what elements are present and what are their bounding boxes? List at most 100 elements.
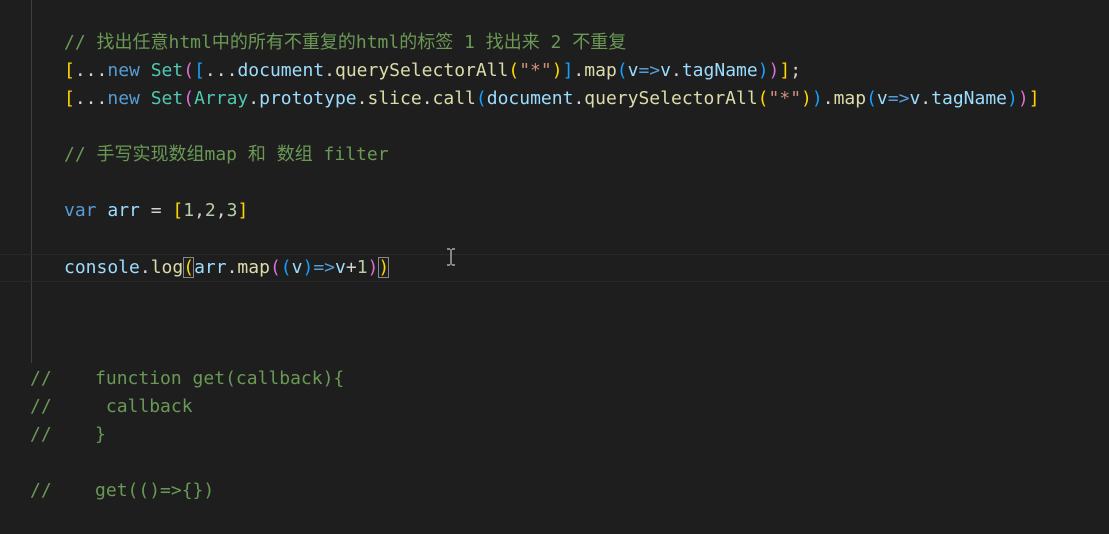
function-token: map	[833, 88, 867, 109]
code-editor[interactable]: // 找出任意html中的所有不重复的html的标签 1 找出来 2 不重复 […	[0, 0, 1109, 534]
dot-token: .	[139, 257, 151, 278]
function-token: map	[237, 257, 270, 278]
property-token: tagName	[931, 88, 1007, 109]
dot-token: .	[920, 88, 932, 109]
i-beam-cursor-icon	[447, 248, 455, 266]
string-token: "*"	[768, 88, 802, 109]
bracket-token: )	[1017, 88, 1029, 109]
arrow-token: =>	[887, 88, 910, 109]
spread-token: ...	[74, 60, 108, 81]
bracket-token: )	[801, 88, 812, 109]
variable-token: arr	[107, 200, 140, 221]
bracket-token: [	[64, 88, 75, 109]
class-token: Set	[150, 88, 184, 109]
bracket-token: (	[269, 257, 281, 278]
bracket-token: (	[757, 88, 769, 109]
dot-token: .	[356, 88, 368, 109]
keyword-token: new	[107, 88, 140, 109]
number-token: 3	[226, 200, 238, 221]
dot-token: .	[324, 60, 335, 81]
bracket-token: )	[811, 88, 823, 109]
dot-token: .	[248, 88, 260, 109]
number-token: 1	[183, 200, 195, 221]
code-line-comment-close[interactable]: // }	[30, 421, 106, 449]
function-token: log	[150, 257, 184, 278]
indent-guide	[31, 0, 32, 363]
property-token: prototype	[259, 88, 357, 109]
arrow-token: =>	[313, 257, 335, 278]
function-token: call	[432, 88, 476, 109]
spread-token: ...	[204, 60, 238, 81]
variable-token: v	[627, 60, 639, 81]
bracket-token: (	[616, 60, 628, 81]
dot-token: .	[573, 60, 585, 81]
function-token: querySelectorAll	[334, 60, 509, 81]
dot-token: .	[226, 257, 238, 278]
bracket-token: )	[302, 257, 314, 278]
bracket-token: (	[280, 257, 292, 278]
bracket-token: )	[1007, 88, 1018, 109]
dot-token: .	[671, 60, 682, 81]
variable-token: document	[237, 60, 325, 81]
variable-token: v	[335, 257, 346, 278]
variable-token: console	[64, 257, 140, 278]
arrow-token: =>	[638, 60, 661, 81]
code-line-console-log[interactable]: console.log(arr.map((v)=>v+1))	[64, 254, 390, 282]
dot-token: .	[573, 88, 585, 109]
variable-token: v	[876, 88, 888, 109]
bracket-token: [	[64, 60, 75, 81]
code-line-set-slice-call[interactable]: [...new Set(Array.prototype.slice.call(d…	[64, 85, 1040, 113]
variable-token: v	[660, 60, 671, 81]
property-token: tagName	[681, 60, 758, 81]
function-token: querySelectorAll	[584, 88, 758, 109]
code-line-var-arr[interactable]: var arr = [1,2,3]	[64, 197, 248, 225]
code-line-comment-get-call[interactable]: // get(()=>{})	[30, 477, 214, 505]
bracket-token: [	[172, 200, 184, 221]
bracket-token: (	[183, 88, 195, 109]
matched-bracket-token: )	[378, 257, 390, 278]
class-token: Array	[194, 88, 249, 109]
operator-token: =	[139, 200, 173, 221]
bracket-token: (	[183, 60, 195, 81]
bracket-token: )	[367, 257, 379, 278]
number-token: 2	[204, 200, 216, 221]
variable-token: v	[291, 257, 303, 278]
variable-token: document	[486, 88, 574, 109]
bracket-token: )	[551, 60, 563, 81]
number-token: 1	[356, 257, 368, 278]
keyword-token: new	[107, 60, 140, 81]
spread-token: ...	[74, 88, 108, 109]
bracket-token: (	[475, 88, 487, 109]
keyword-token: var	[64, 200, 97, 221]
semicolon-token: ;	[790, 60, 802, 81]
comma-token: ,	[194, 200, 205, 221]
dot-token: .	[822, 88, 834, 109]
variable-token: v	[909, 88, 921, 109]
matched-bracket-token: (	[183, 257, 195, 278]
code-line-set-queryselector[interactable]: [...new Set([...document.querySelectorAl…	[64, 57, 801, 85]
operator-token: +	[345, 257, 357, 278]
dot-token: .	[421, 88, 433, 109]
bracket-token: (	[508, 60, 520, 81]
bracket-token: )	[757, 60, 769, 81]
bracket-token: [	[194, 60, 205, 81]
bracket-token: )	[768, 60, 780, 81]
string-token: "*"	[519, 60, 552, 81]
bracket-token: ]	[779, 60, 791, 81]
class-token: Set	[150, 60, 184, 81]
function-token: map	[584, 60, 617, 81]
code-line-comment-1[interactable]: // 找出任意html中的所有不重复的html的标签 1 找出来 2 不重复	[64, 29, 626, 57]
function-token: slice	[367, 88, 422, 109]
bracket-token: ]	[562, 60, 574, 81]
code-line-comment-function[interactable]: // function get(callback){	[30, 365, 344, 393]
code-line-comment-callback[interactable]: // callback	[30, 393, 193, 421]
variable-token: arr	[194, 257, 227, 278]
comma-token: ,	[215, 200, 227, 221]
code-line-comment-2[interactable]: // 手写实现数组map 和 数组 filter	[64, 141, 389, 169]
bracket-token: ]	[1028, 88, 1040, 109]
bracket-token: (	[866, 88, 877, 109]
bracket-token: ]	[237, 200, 249, 221]
